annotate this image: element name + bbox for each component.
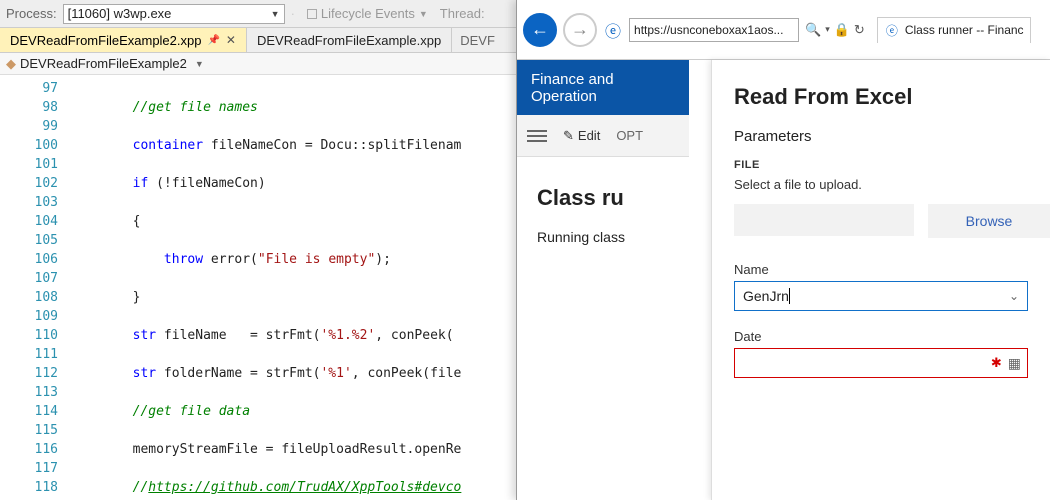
chevron-down-icon: ▼ bbox=[419, 9, 428, 19]
close-icon[interactable]: ✕ bbox=[226, 33, 236, 47]
pencil-icon: ✎ bbox=[563, 128, 574, 144]
process-value: [11060] w3wp.exe bbox=[68, 6, 172, 21]
browser-toolbar: ← → ⓔ https://usnconeboxax1aos... 🔍 ▾ 🔒 … bbox=[517, 0, 1050, 60]
file-name-box bbox=[734, 204, 914, 236]
text-cursor bbox=[789, 288, 790, 304]
page-body-text: Running class bbox=[537, 229, 669, 245]
hamburger-icon[interactable] bbox=[527, 130, 547, 142]
chevron-down-icon: ▼ bbox=[195, 59, 204, 69]
name-combo[interactable]: GenJrn ⌄ bbox=[734, 281, 1028, 311]
process-label: Process: bbox=[6, 6, 57, 21]
browse-button[interactable]: Browse bbox=[928, 204, 1050, 238]
dialog-panel: Read From Excel Parameters FILE Select a… bbox=[711, 60, 1050, 500]
panel-title: Read From Excel bbox=[712, 60, 1050, 128]
forward-button[interactable]: → bbox=[563, 13, 597, 47]
address-bar[interactable]: https://usnconeboxax1aos... bbox=[629, 18, 799, 42]
options-button[interactable]: OPT bbox=[616, 128, 643, 143]
required-icon: ✱ bbox=[991, 355, 1002, 371]
lifecycle-events[interactable]: Lifecycle Events ▼ bbox=[307, 6, 428, 21]
file-section-label: FILE bbox=[712, 159, 1050, 177]
edit-button[interactable]: ✎ Edit bbox=[563, 128, 600, 144]
search-icon[interactable]: 🔍 bbox=[805, 22, 821, 38]
chevron-down-icon[interactable]: ⌄ bbox=[1009, 289, 1019, 303]
refresh-icon[interactable]: ↻ bbox=[854, 22, 865, 38]
divider: · bbox=[291, 6, 295, 21]
line-gutter: 9798991001011021031041051061071081091101… bbox=[0, 75, 70, 500]
search-controls[interactable]: 🔍 ▾ 🔒 ↻ bbox=[805, 22, 865, 38]
ie-icon: ⓔ bbox=[605, 18, 621, 42]
parameters-header: Parameters bbox=[712, 128, 1050, 159]
command-bar: ✎ Edit OPT bbox=[517, 115, 689, 157]
date-label: Date bbox=[712, 329, 1050, 348]
tab-file-3[interactable]: DEVF bbox=[452, 28, 503, 52]
page-content: Class ru Running class bbox=[517, 157, 689, 500]
calendar-icon[interactable]: ▦ bbox=[1008, 355, 1021, 372]
tab-file-1[interactable]: DEVReadFromFileExample2.xpp 📌 ✕ bbox=[0, 28, 247, 52]
date-input[interactable]: ✱ ▦ bbox=[734, 348, 1028, 378]
page-title: Class ru bbox=[537, 185, 669, 211]
pin-icon[interactable]: 📌 bbox=[207, 35, 219, 46]
chevron-down-icon: ▼ bbox=[271, 9, 280, 19]
thread-label: Thread: bbox=[440, 6, 485, 21]
brand-bar: Finance and Operation bbox=[517, 60, 689, 115]
ie-icon: ⓔ bbox=[886, 22, 898, 39]
tab-file-2[interactable]: DEVReadFromFileExample.xpp bbox=[247, 28, 452, 52]
code-editor[interactable]: 9798991001011021031041051061071081091101… bbox=[0, 75, 515, 500]
back-button[interactable]: ← bbox=[523, 13, 557, 47]
lifecycle-icon bbox=[307, 9, 317, 19]
browser-tab[interactable]: ⓔ Class runner -- Financ bbox=[877, 17, 1031, 43]
chevron-down-icon[interactable]: ▾ bbox=[825, 24, 830, 35]
code-area[interactable]: //get file names container fileNameCon =… bbox=[70, 75, 461, 500]
d365-left-region: Finance and Operation ✎ Edit OPT Class r… bbox=[517, 60, 689, 500]
name-label: Name bbox=[712, 262, 1050, 281]
file-upload-row: Browse bbox=[712, 204, 1050, 262]
process-selector[interactable]: [11060] w3wp.exe ▼ bbox=[63, 4, 285, 24]
lock-icon: 🔒 bbox=[834, 22, 850, 38]
class-icon: ◆ bbox=[6, 56, 16, 72]
file-help-text: Select a file to upload. bbox=[712, 177, 1050, 204]
browser-window: ← → ⓔ https://usnconeboxax1aos... 🔍 ▾ 🔒 … bbox=[516, 0, 1050, 500]
